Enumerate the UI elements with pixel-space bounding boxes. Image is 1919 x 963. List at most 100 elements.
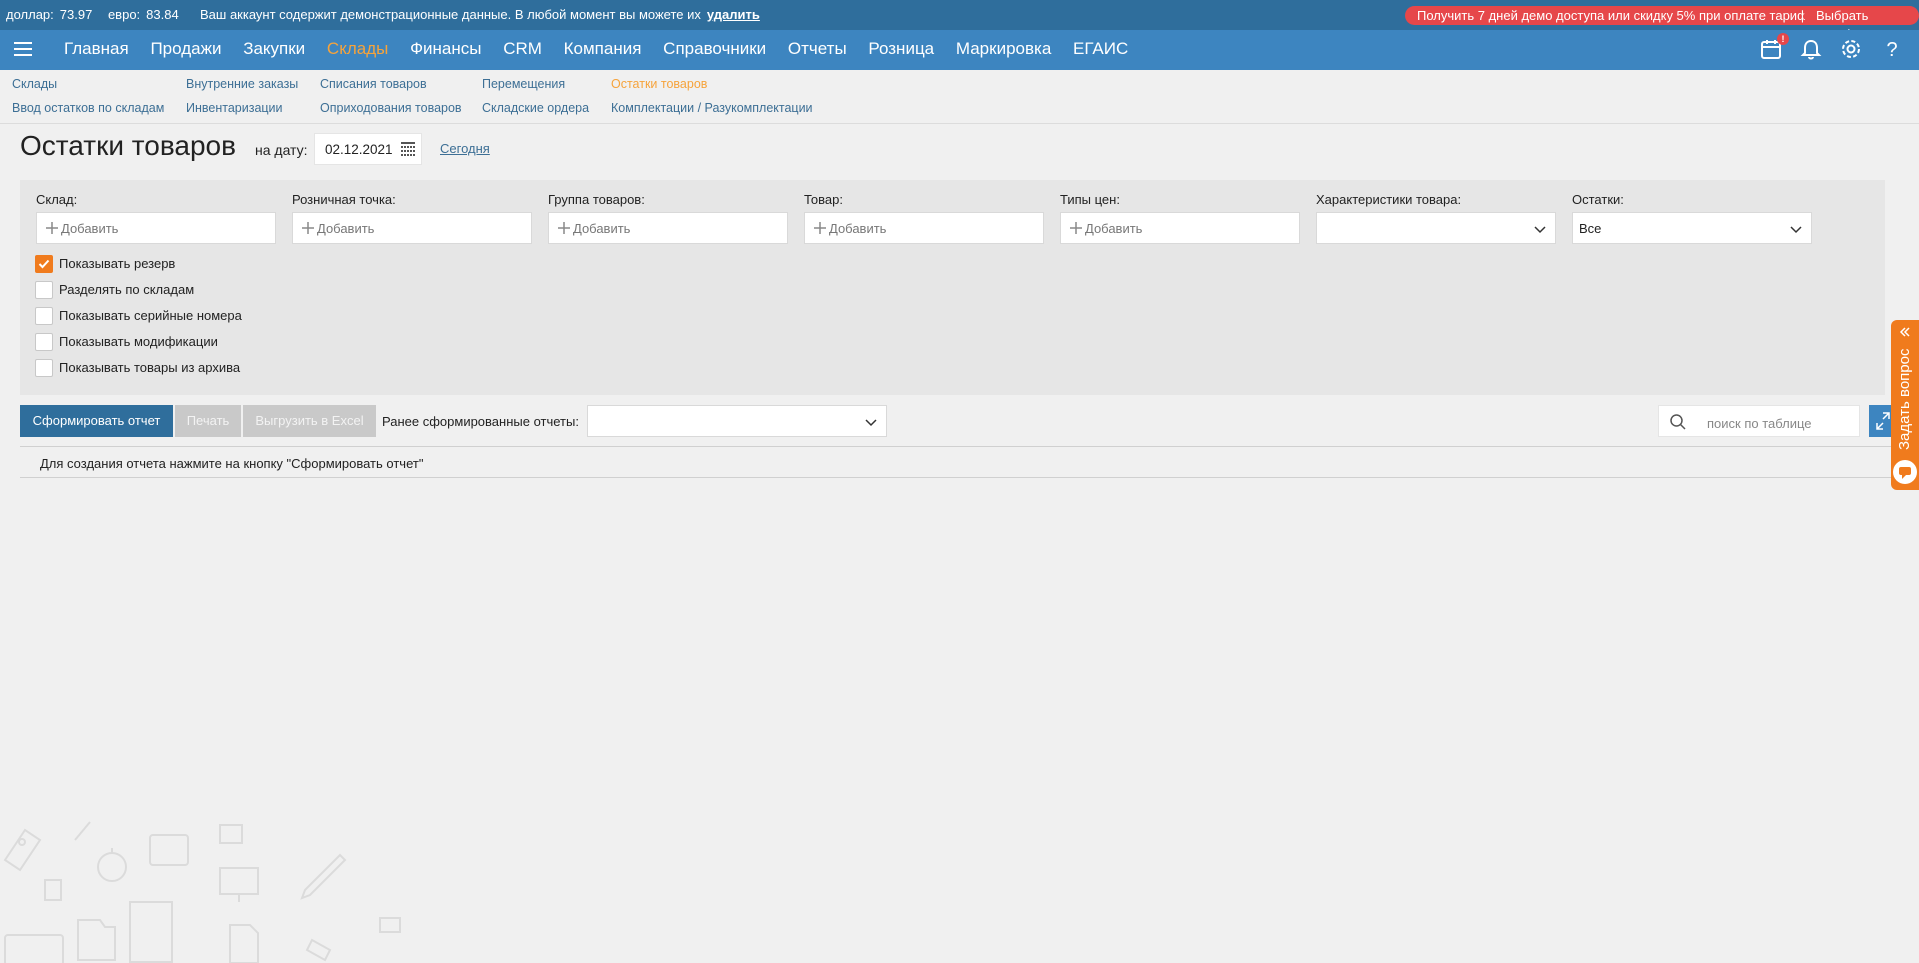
nav-item-reports[interactable]: Отчеты [788, 39, 847, 58]
checkbox-box[interactable] [35, 359, 53, 377]
date-field[interactable] [314, 133, 422, 165]
generate-report-button[interactable]: Сформировать отчет [20, 405, 173, 437]
print-button[interactable]: Печать [175, 405, 241, 437]
gear-icon[interactable] [1840, 38, 1864, 62]
nav-item-crm[interactable]: CRM [503, 39, 542, 58]
today-link[interactable]: Сегодня [440, 141, 490, 156]
nav-item-directories[interactable]: Справочники [663, 39, 766, 58]
characteristics-label: Характеристики товара: [1316, 192, 1462, 207]
eur-value: 83.84 [146, 7, 179, 22]
nav-item-home[interactable]: Главная [64, 39, 129, 58]
characteristics-select[interactable] [1316, 212, 1556, 244]
plus-icon [46, 222, 58, 234]
subnav-writeoffs[interactable]: Списания товаров [320, 77, 427, 91]
calendar-picker-icon[interactable] [401, 142, 415, 156]
subnav-warehouse-orders[interactable]: Складские ордера [482, 101, 589, 115]
page-title: Остатки товаров [20, 130, 236, 161]
product-filter[interactable]: Добавить [804, 212, 1044, 244]
ask-question-label: Задать вопрос [1896, 348, 1913, 450]
plus-icon [814, 222, 826, 234]
delete-demo-link[interactable]: удалить [707, 7, 760, 22]
main-nav: Главная Продажи Закупки Склады Финансы C… [0, 30, 1919, 70]
remains-select[interactable]: Все [1572, 212, 1812, 244]
subnav-internal-orders[interactable]: Внутренние заказы [186, 77, 298, 91]
nav-items: Главная Продажи Закупки Склады Финансы C… [64, 39, 1145, 59]
date-label: на дату: [255, 142, 308, 158]
plus-icon [302, 222, 314, 234]
nav-item-company[interactable]: Компания [564, 39, 642, 58]
product-group-label: Группа товаров: [548, 192, 645, 207]
subnav-transfers[interactable]: Перемещения [482, 77, 565, 91]
warehouse-filter[interactable]: Добавить [36, 212, 276, 244]
sub-nav: Склады Ввод остатков по складам Внутренн… [0, 70, 1919, 124]
product-group-filter[interactable]: Добавить [548, 212, 788, 244]
menu-icon[interactable] [14, 42, 32, 58]
chevron-down-icon [1534, 226, 1546, 234]
demo-notice: Ваш аккаунт содержит демонстрационные да… [200, 7, 760, 22]
decorative-background-icons [3, 821, 401, 963]
checkbox-box[interactable] [35, 281, 53, 299]
nav-item-sales[interactable]: Продажи [150, 39, 221, 58]
previous-reports-select[interactable] [587, 405, 887, 437]
price-types-label: Типы цен: [1060, 192, 1120, 207]
warehouse-label: Склад: [36, 192, 78, 207]
report-info-text: Для создания отчета нажмите на кнопку "С… [40, 456, 424, 471]
checkbox-label: Показывать резерв [59, 256, 176, 271]
ask-question-tab[interactable]: Задать вопрос [1891, 320, 1919, 490]
help-icon[interactable]: ? [1880, 38, 1904, 62]
table-search[interactable] [1658, 405, 1860, 437]
date-input[interactable] [323, 134, 407, 164]
previous-reports-label: Ранее сформированные отчеты: [382, 414, 579, 429]
calendar-icon[interactable]: ! [1760, 33, 1789, 62]
nav-item-finance[interactable]: Финансы [410, 39, 481, 58]
subnav-warehouses[interactable]: Склады [12, 77, 57, 91]
report-info-row: Для создания отчета нажмите на кнопку "С… [20, 446, 1900, 478]
remains-value: Все [1579, 221, 1602, 236]
chevron-down-icon [865, 419, 877, 427]
filters-panel: Склад: Добавить Розничная точка: Добавит… [20, 180, 1885, 395]
nav-item-egais[interactable]: ЕГАИС [1073, 39, 1128, 58]
add-text: Добавить [317, 221, 375, 236]
nav-item-purchases[interactable]: Закупки [243, 39, 305, 58]
product-label: Товар: [804, 192, 843, 207]
usd-label: доллар: [6, 7, 54, 22]
checkbox-box[interactable] [35, 333, 53, 351]
add-text: Добавить [1085, 221, 1143, 236]
bell-icon[interactable] [1800, 38, 1824, 62]
demo-text: Ваш аккаунт содержит демонстрационные да… [200, 7, 701, 22]
price-types-filter[interactable]: Добавить [1060, 212, 1300, 244]
export-excel-button[interactable]: Выгрузить в Excel [243, 405, 376, 437]
nav-item-marking[interactable]: Маркировка [956, 39, 1051, 58]
subnav-kits[interactable]: Комплектации / Разукомплектации [611, 101, 813, 115]
retail-point-filter[interactable]: Добавить [292, 212, 532, 244]
checkbox-label: Разделять по складам [59, 282, 195, 297]
checkbox-box[interactable] [35, 255, 53, 273]
info-bar: доллар: 73.97 евро: 83.84 Ваш аккаунт соде… [0, 0, 1919, 42]
nav-item-warehouses[interactable]: Склады [327, 39, 388, 58]
choose-tariff-button[interactable]: Выбрать тариф [1804, 6, 1919, 42]
subnav-stock[interactable]: Остатки товаров [611, 77, 707, 91]
add-text: Добавить [573, 221, 631, 236]
plus-icon [1070, 222, 1082, 234]
add-text: Добавить [61, 221, 119, 236]
remains-label: Остатки: [1572, 192, 1624, 207]
promo-button[interactable]: Получить 7 дней демо доступа или скидку … [1405, 6, 1827, 25]
checkbox-label: Показывать товары из архива [59, 360, 241, 375]
subnav-inventory[interactable]: Инвентаризации [186, 101, 283, 115]
chevron-down-icon [1790, 226, 1802, 234]
add-text: Добавить [829, 221, 887, 236]
subnav-receipts[interactable]: Оприходования товаров [320, 101, 462, 115]
currency-rates: доллар: 73.97 евро: 83.84 [6, 7, 185, 22]
eur-label: евро: [107, 7, 141, 22]
search-input[interactable] [1705, 412, 1854, 434]
checkbox-label: Показывать модификации [59, 334, 218, 349]
notification-badge: ! [1777, 33, 1789, 45]
subnav-stock-input[interactable]: Ввод остатков по складам [12, 101, 164, 115]
checkbox-label: Показывать серийные номера [59, 308, 242, 323]
nav-item-retail[interactable]: Розница [868, 39, 934, 58]
search-icon [1670, 414, 1686, 430]
checkbox-box[interactable] [35, 307, 53, 325]
usd-value: 73.97 [59, 7, 93, 22]
chat-bubble-icon [1893, 460, 1917, 484]
plus-icon [558, 222, 570, 234]
